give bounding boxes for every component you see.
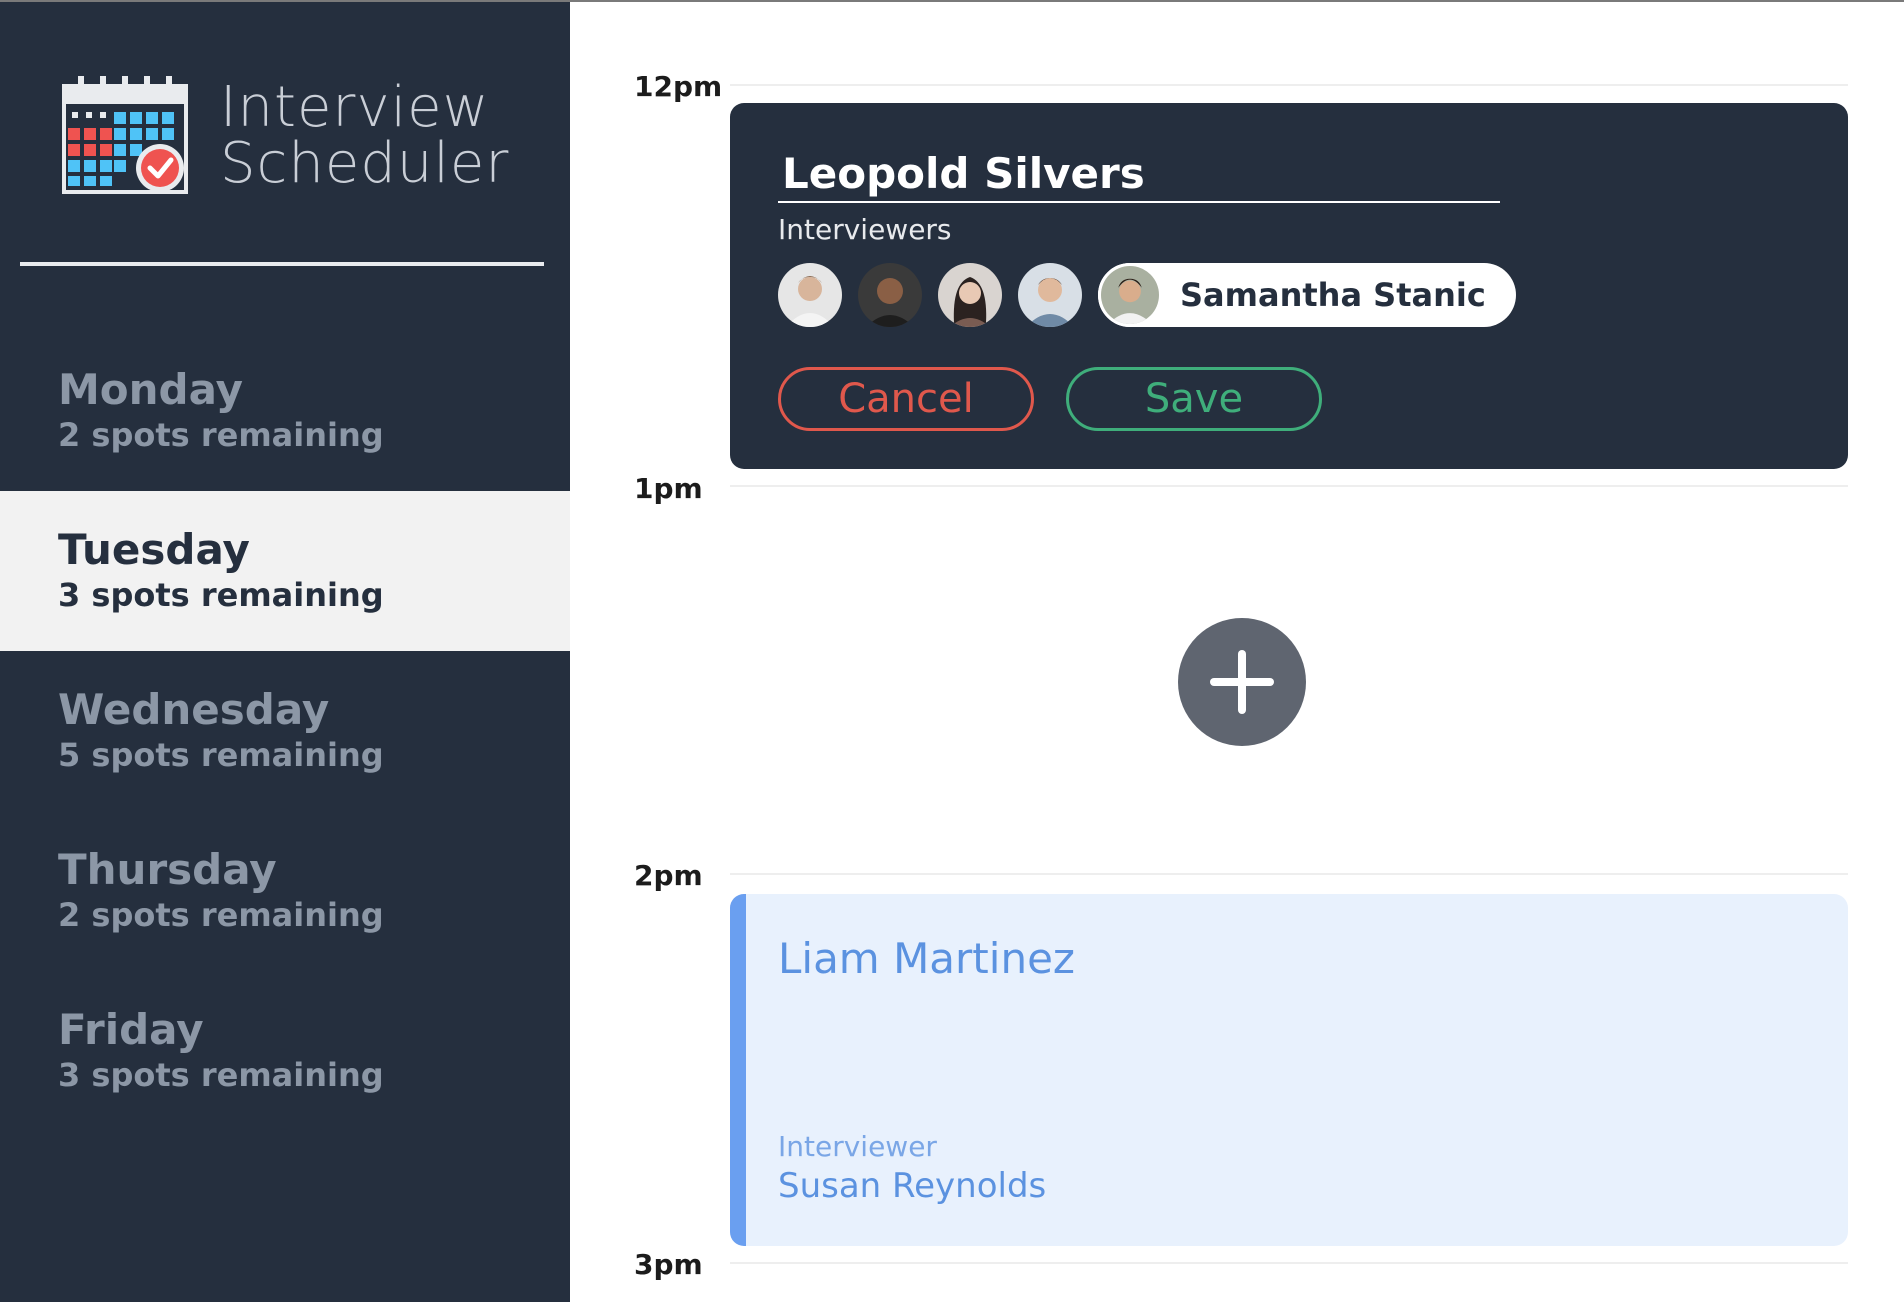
day-spots: 2 spots remaining bbox=[58, 896, 384, 934]
day-spots: 5 spots remaining bbox=[58, 736, 384, 774]
day-item-tuesday[interactable]: Tuesday 3 spots remaining bbox=[0, 491, 570, 651]
time-label: 2pm bbox=[634, 859, 703, 892]
interviewer-avatar[interactable] bbox=[938, 263, 1002, 327]
day-item-monday[interactable]: Monday 2 spots remaining bbox=[0, 331, 570, 491]
interviewers-label: Interviewers bbox=[778, 213, 952, 246]
sidebar: Interview Scheduler Monday 2 spots remai… bbox=[0, 2, 570, 1302]
calendar-check-icon bbox=[62, 76, 188, 194]
app-title-line2: Scheduler bbox=[220, 131, 510, 196]
day-item-friday[interactable]: Friday 3 spots remaining bbox=[0, 971, 570, 1131]
app-title-line1: Interview bbox=[220, 75, 490, 140]
plus-icon bbox=[1210, 650, 1274, 714]
time-divider bbox=[730, 1262, 1848, 1264]
add-appointment-button[interactable] bbox=[1178, 618, 1306, 746]
day-item-wednesday[interactable]: Wednesday 5 spots remaining bbox=[0, 651, 570, 811]
avatar-icon bbox=[1101, 266, 1159, 324]
cancel-button[interactable]: Cancel bbox=[778, 367, 1034, 431]
day-list: Monday 2 spots remaining Tuesday 3 spots… bbox=[0, 331, 570, 1131]
avatar-icon bbox=[858, 263, 922, 327]
interviewer-avatar[interactable] bbox=[1018, 263, 1082, 327]
day-spots: 3 spots remaining bbox=[58, 1056, 384, 1094]
avatar-icon bbox=[778, 263, 842, 327]
app-window: Interview Scheduler Monday 2 spots remai… bbox=[0, 0, 1904, 1302]
day-name: Monday bbox=[58, 365, 244, 414]
sidebar-divider bbox=[20, 262, 544, 266]
interviewer-avatar-selected bbox=[1098, 263, 1162, 327]
day-name: Friday bbox=[58, 1005, 204, 1054]
interviewer-avatar[interactable] bbox=[858, 263, 922, 327]
day-name: Wednesday bbox=[58, 685, 330, 734]
time-label: 3pm bbox=[634, 1248, 703, 1281]
day-name: Tuesday bbox=[58, 525, 250, 574]
time-divider bbox=[730, 873, 1848, 875]
interviewer-list: Samantha Stanic bbox=[778, 263, 1516, 327]
appointment-form: Interviewers bbox=[730, 103, 1848, 469]
day-spots: 2 spots remaining bbox=[58, 416, 384, 454]
day-name: Thursday bbox=[58, 845, 277, 894]
appointment-interviewer-name: Susan Reynolds bbox=[778, 1166, 1047, 1206]
time-label: 1pm bbox=[634, 472, 703, 505]
time-divider bbox=[730, 485, 1848, 487]
appointment-interviewer-label: Interviewer bbox=[778, 1130, 937, 1163]
schedule: 12pm 1pm 2pm 3pm Interviewers bbox=[570, 2, 1904, 1302]
interviewer-selected[interactable]: Samantha Stanic bbox=[1098, 263, 1516, 327]
save-button[interactable]: Save bbox=[1066, 367, 1322, 431]
day-spots: 3 spots remaining bbox=[58, 576, 384, 614]
time-label: 12pm bbox=[634, 70, 723, 103]
selected-interviewer-name: Samantha Stanic bbox=[1180, 276, 1486, 314]
app-title: Interview Scheduler bbox=[220, 80, 509, 192]
interviewer-avatar[interactable] bbox=[778, 263, 842, 327]
brand: Interview Scheduler bbox=[60, 74, 509, 198]
appointment-accent-bar bbox=[730, 894, 746, 1246]
avatar-icon bbox=[1018, 263, 1082, 327]
avatar-icon bbox=[938, 263, 1002, 327]
time-divider bbox=[730, 84, 1848, 86]
day-item-thursday[interactable]: Thursday 2 spots remaining bbox=[0, 811, 570, 971]
appointment-card[interactable]: Liam Martinez Interviewer Susan Reynolds bbox=[730, 894, 1848, 1246]
appointment-student-name: Liam Martinez bbox=[778, 934, 1075, 983]
student-name-input[interactable] bbox=[778, 145, 1500, 203]
